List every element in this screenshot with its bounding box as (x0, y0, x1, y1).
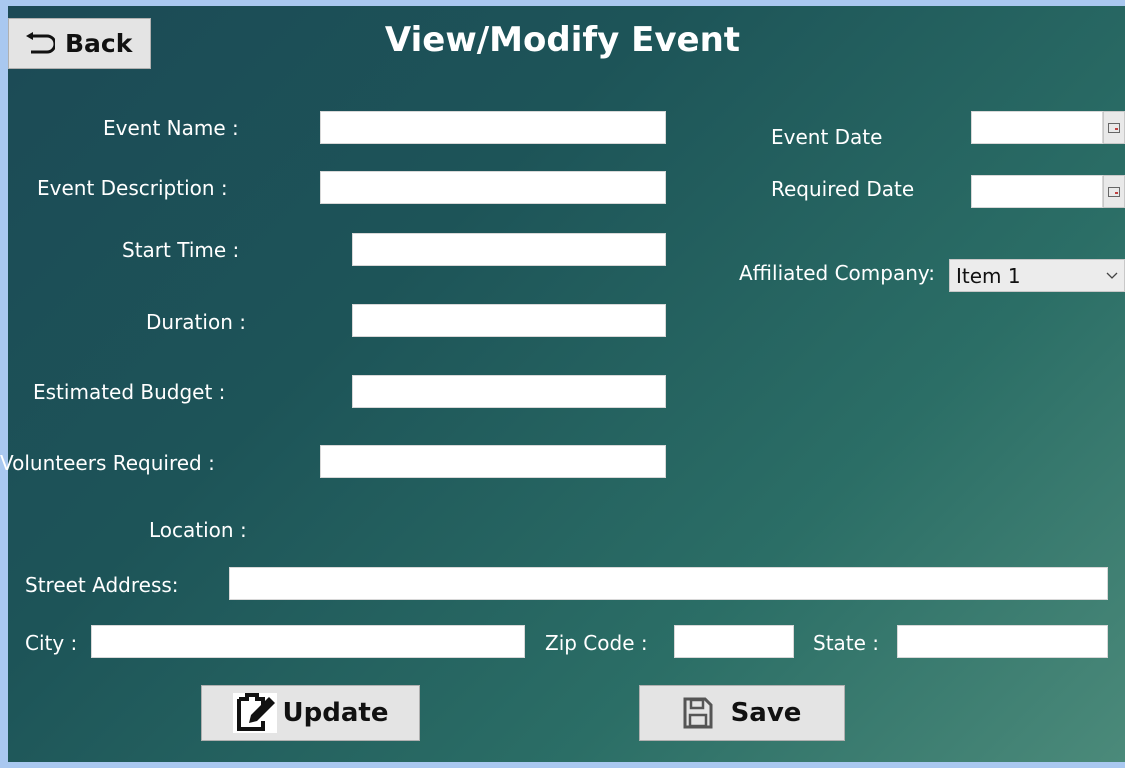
chevron-down-icon (1106, 272, 1118, 280)
event-name-label: Event Name : (103, 116, 239, 140)
update-button[interactable]: Update (201, 685, 420, 741)
page-title: View/Modify Event (384, 20, 741, 60)
zip-code-input[interactable] (674, 625, 794, 658)
event-date-label: Event Date (771, 125, 883, 149)
duration-input[interactable] (352, 304, 666, 337)
required-date-input[interactable] (971, 175, 1103, 208)
event-date-picker-button[interactable] (1103, 111, 1125, 144)
city-input[interactable] (91, 625, 525, 658)
edit-icon (232, 693, 277, 733)
affiliated-company-select[interactable]: Item 1 (949, 259, 1125, 292)
estimated-budget-label: Estimated Budget : (33, 380, 226, 404)
event-description-input[interactable] (320, 171, 666, 204)
affiliated-company-label: Affiliated Company: (739, 261, 936, 285)
event-date-input[interactable] (971, 111, 1103, 144)
required-date-label: Required Date (771, 177, 915, 201)
affiliated-company-value: Item 1 (956, 263, 1021, 288)
volunteers-required-input[interactable] (320, 445, 666, 478)
start-time-input[interactable] (352, 233, 666, 266)
calendar-icon (1108, 122, 1120, 133)
required-date-picker-button[interactable] (1103, 175, 1125, 208)
estimated-budget-input[interactable] (352, 375, 666, 408)
event-name-input[interactable] (320, 111, 666, 144)
start-time-label: Start Time : (122, 238, 240, 262)
state-input[interactable] (897, 625, 1108, 658)
floppy-disk-icon (683, 697, 713, 729)
save-button[interactable]: Save (639, 685, 845, 741)
zip-code-label: Zip Code : (545, 631, 648, 655)
calendar-icon (1108, 186, 1120, 197)
duration-label: Duration : (146, 310, 246, 334)
street-address-label: Street Address: (25, 573, 179, 597)
city-label: City : (25, 631, 78, 655)
event-description-label: Event Description : (37, 176, 228, 200)
location-label: Location : (149, 518, 247, 542)
volunteers-required-label: Volunteers Required : (0, 451, 215, 475)
state-label: State : (813, 631, 880, 655)
save-label: Save (730, 698, 802, 728)
street-address-input[interactable] (229, 567, 1108, 600)
update-label: Update (282, 698, 389, 728)
